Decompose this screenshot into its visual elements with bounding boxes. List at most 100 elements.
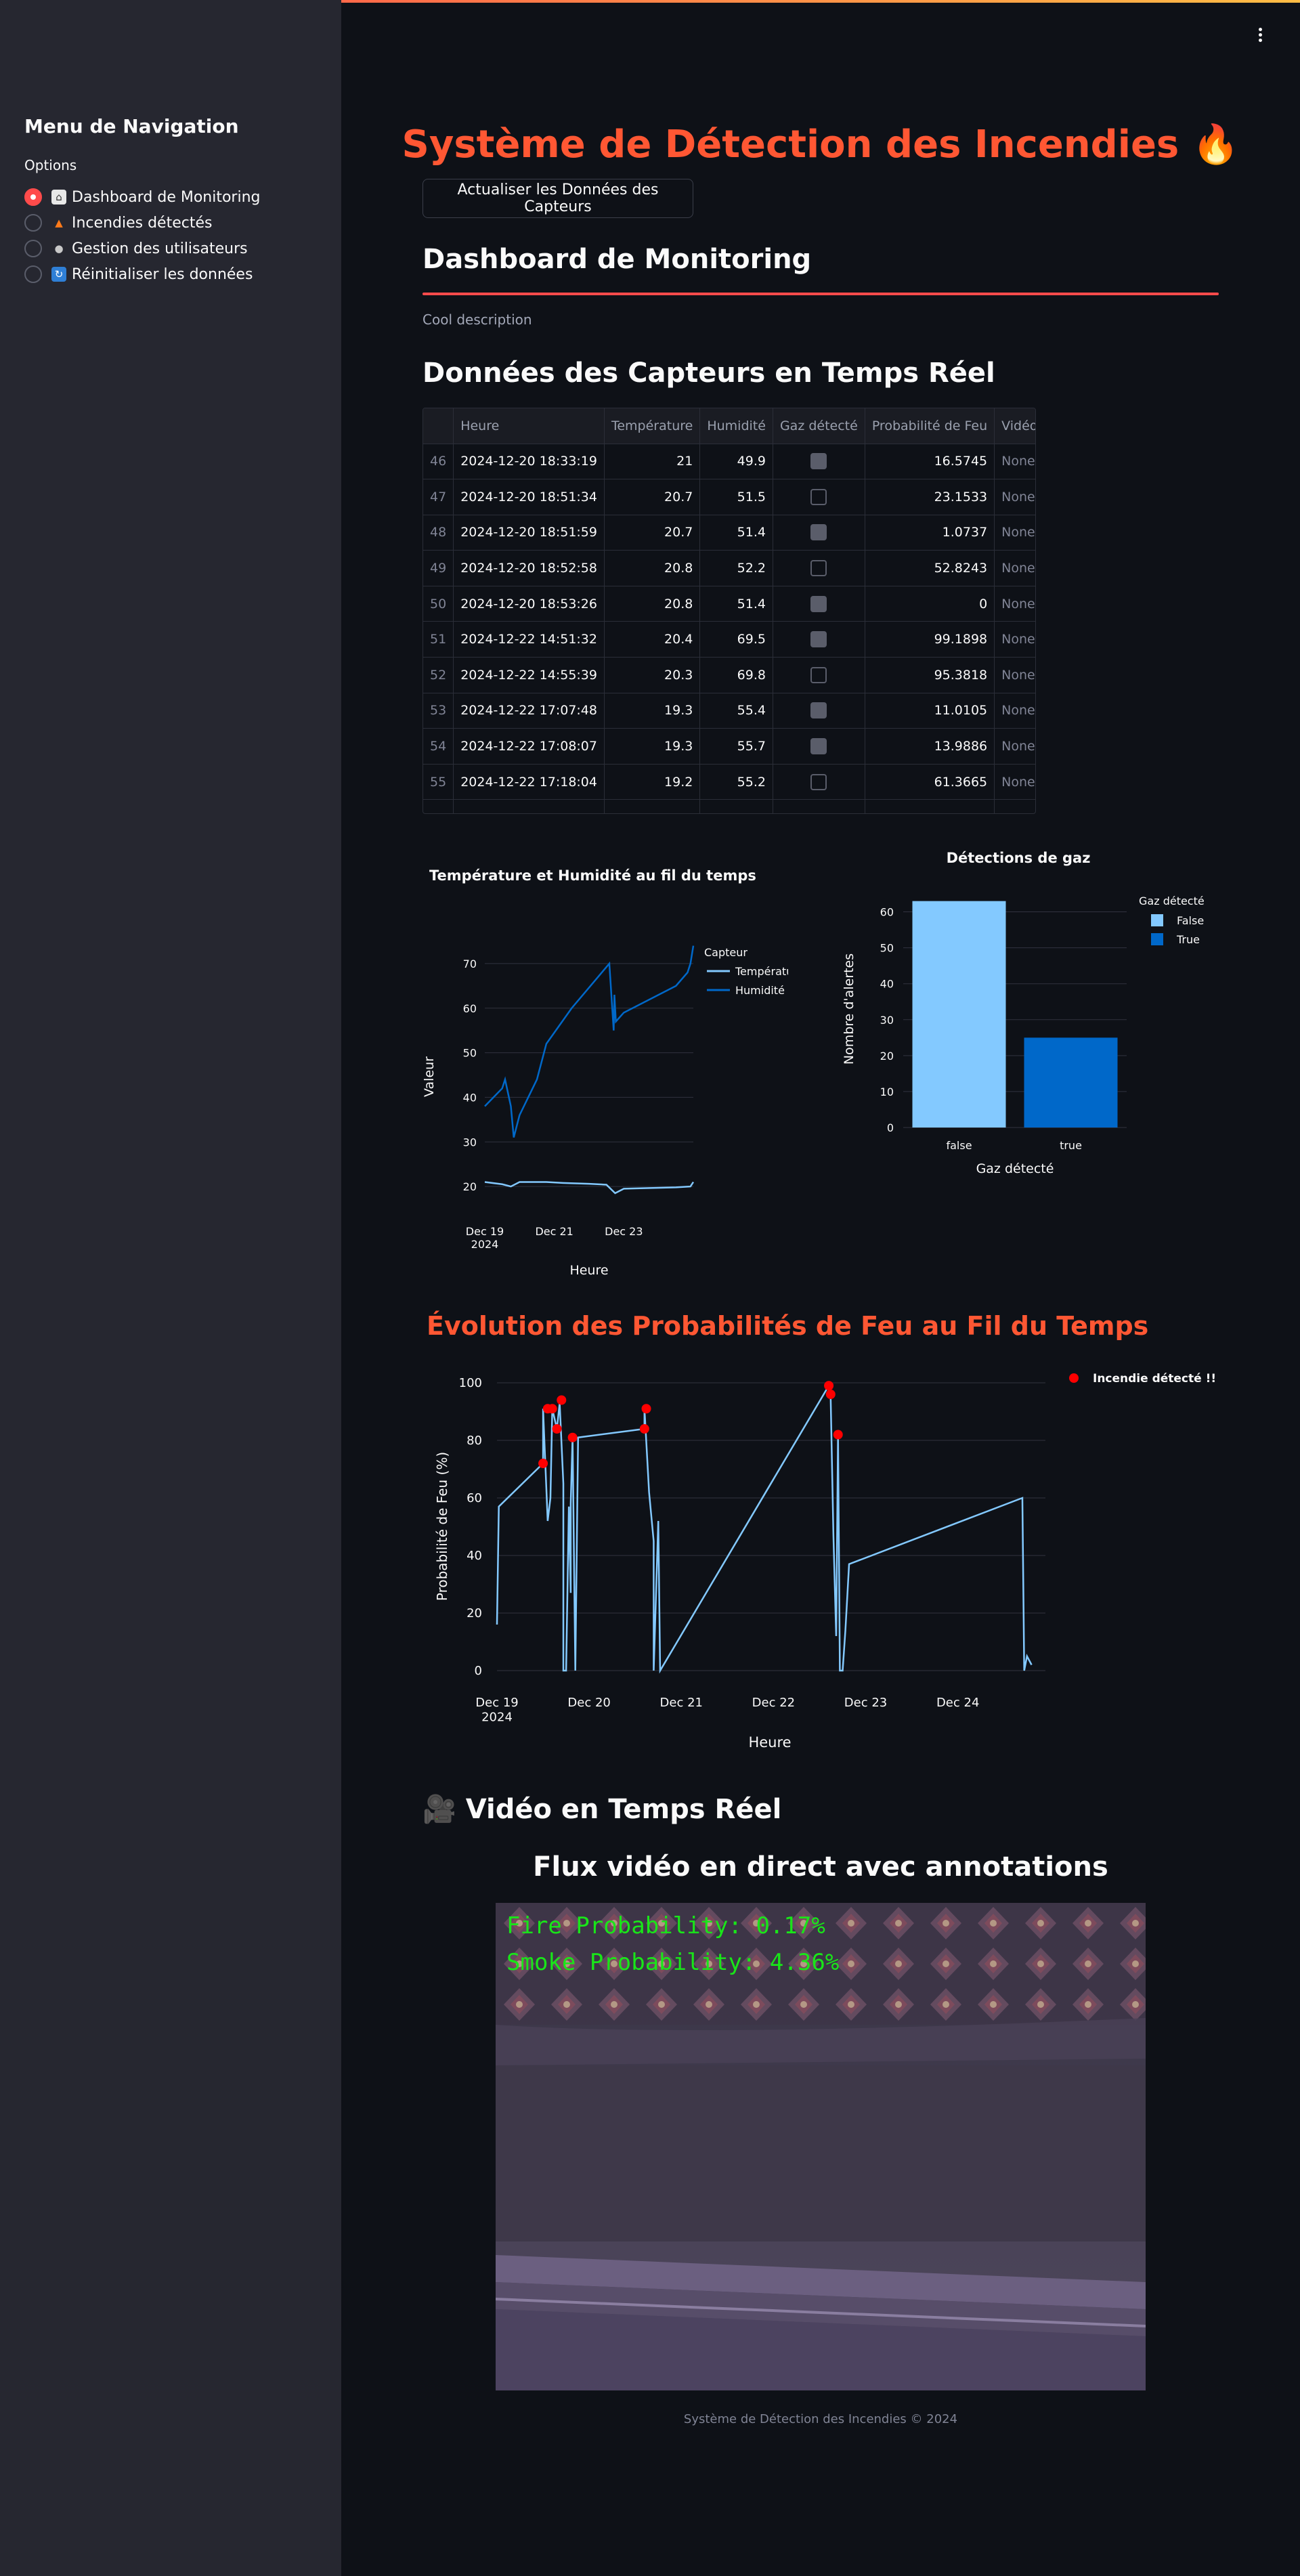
column-header[interactable]: Température [604, 408, 701, 444]
gas-checkbox-cell [773, 764, 865, 800]
checkbox-unchecked-icon [810, 560, 827, 577]
checkbox-unchecked-icon [810, 666, 827, 683]
x-tick-label: Dec 21 [535, 1225, 573, 1238]
page-title: Système de Détection des Incendies 🔥 [402, 123, 1240, 167]
fire-probability-overlay: Fire Probability: 0.17% [506, 1912, 825, 1939]
table-cell: 21 [604, 444, 701, 480]
x-tick-label: Dec 19 2024 [475, 1696, 518, 1725]
nav-item-incendies[interactable]: ▲ Incendies détectés [24, 210, 261, 236]
nav-item-label: Gestion des utilisateurs [72, 240, 248, 257]
table-cell: 2024-12-20 18:53:26 [453, 586, 605, 622]
fire-detected-marker [641, 1404, 651, 1414]
fire-icon: ▲ [55, 217, 63, 229]
table-row[interactable]: 55 2024-12-22 17:18:04 19.2 55.2 61.3665 None [423, 764, 1035, 800]
nav-item-dashboard[interactable]: ⌂ Dashboard de Monitoring [24, 184, 261, 210]
video-frame-image [496, 1903, 1146, 2390]
fire-probability-line [496, 1383, 1033, 1674]
y-tick-label: 40 [467, 1549, 482, 1563]
nav-item-label: Incendies détectés [72, 214, 213, 232]
y-tick-label: 50 [463, 1047, 477, 1060]
temp-humidity-chart[interactable]: Température et Humidité au fil du temps 2… [409, 853, 788, 1287]
table-cell: 23.1533 [865, 479, 995, 515]
gas-checkbox-cell [773, 657, 865, 693]
radio-unchecked[interactable] [24, 240, 42, 257]
checkbox-checked-icon [810, 702, 827, 719]
table-cell: 51.4 [699, 515, 773, 551]
radio-unchecked[interactable] [24, 214, 42, 232]
table-cell: None [994, 728, 1035, 765]
x-tick-label: false [946, 1139, 972, 1152]
y-tick-label: 100 [459, 1376, 482, 1390]
refresh-sensors-button[interactable]: Actualiser les Données des Capteurs [422, 179, 693, 218]
checkbox-checked-icon [810, 453, 827, 470]
table-cell: 2024-12-20 18:33:19 [453, 444, 605, 480]
gas-detection-chart[interactable]: Détections de gaz 0 10 20 30 40 50 60 false true G… [815, 840, 1262, 1192]
table-row[interactable]: 53 2024-12-22 17:07:48 19.3 55.4 11.0105 None [423, 693, 1035, 729]
y-tick-label: 20 [463, 1180, 477, 1193]
column-header[interactable]: Gaz détecté [773, 408, 865, 444]
table-cell: 69.8 [699, 657, 773, 693]
chart-title: Détections de gaz [947, 850, 1091, 866]
gas-checkbox-cell [773, 479, 865, 515]
table-row[interactable]: 48 2024-12-20 18:51:59 20.7 51.4 1.0737 None [423, 515, 1035, 551]
table-row[interactable]: 52 2024-12-22 14:55:39 20.3 69.8 95.3818 None [423, 657, 1035, 693]
column-header[interactable] [423, 408, 454, 444]
table-cell: 2024-12-20 18:52:58 [453, 550, 605, 586]
video-feed[interactable]: Fire Probability: 0.17% Smoke Probabilit… [496, 1903, 1146, 2390]
checkbox-checked-icon [810, 738, 827, 755]
table-cell: None [994, 621, 1035, 658]
navigation-radio-group: ⌂ Dashboard de Monitoring ▲ Incendies dé… [24, 184, 261, 287]
sensor-data-table[interactable]: Heure Température Humidité Gaz détecté P… [422, 408, 1036, 814]
x-tick-label: true [1060, 1139, 1082, 1152]
x-tick-label: Dec 20 [567, 1696, 610, 1710]
table-row[interactable]: 51 2024-12-22 14:51:32 20.4 69.5 99.1898 None [423, 621, 1035, 658]
table-cell: 47 [423, 479, 454, 515]
column-header[interactable]: Heure [453, 408, 605, 444]
table-cell: 55 [423, 764, 454, 800]
fire-detected-marker [825, 1390, 836, 1399]
bar-true [1024, 1037, 1118, 1128]
y-tick-label: 30 [880, 1014, 894, 1027]
table-row-partial [423, 799, 1035, 813]
legend-title: Capteur [704, 946, 748, 959]
smoke-probability-overlay: Smoke Probability: 4.36% [506, 1949, 840, 1976]
table-cell: 19.2 [604, 764, 701, 800]
table-cell: 52.2 [699, 550, 773, 586]
table-cell: 46 [423, 444, 454, 480]
nav-item-reinitialiser[interactable]: ↻ Réinitialiser les données [24, 261, 261, 287]
gas-checkbox-cell [773, 693, 865, 729]
checkbox-unchecked-icon [810, 773, 827, 790]
table-cell: 95.3818 [865, 657, 995, 693]
gas-checkbox-cell [773, 621, 865, 658]
table-cell: 48 [423, 515, 454, 551]
nav-item-utilisateurs[interactable]: ● Gestion des utilisateurs [24, 236, 261, 261]
fire-detected-marker [557, 1395, 567, 1405]
gas-checkbox-cell [773, 586, 865, 622]
y-tick-label: 20 [880, 1050, 894, 1062]
radio-unchecked[interactable] [24, 265, 42, 283]
checkbox-checked-icon [810, 631, 827, 648]
table-cell: None [994, 479, 1035, 515]
y-tick-label: 10 [880, 1086, 894, 1098]
table-cell: 2024-12-22 14:51:32 [453, 621, 605, 658]
table-row[interactable]: 50 2024-12-20 18:53:26 20.8 51.4 0 None [423, 586, 1035, 622]
table-row[interactable]: 54 2024-12-22 17:08:07 19.3 55.7 13.9886 None [423, 728, 1035, 765]
column-header[interactable]: Vidéo [994, 408, 1035, 444]
chart-title: Température et Humidité au fil du temps [429, 867, 756, 884]
table-cell: 52 [423, 657, 454, 693]
table-row[interactable]: 47 2024-12-20 18:51:34 20.7 51.5 23.1533 None [423, 479, 1035, 515]
table-row[interactable]: 46 2024-12-20 18:33:19 21 49.9 16.5745 None [423, 444, 1035, 480]
radio-checked[interactable] [24, 188, 42, 206]
column-header[interactable]: Probabilité de Feu [865, 408, 995, 444]
main-content: Système de Détection des Incendies 🔥 Act… [341, 0, 1300, 2576]
column-header[interactable]: Humidité [699, 408, 773, 444]
table-cell: 13.9886 [865, 728, 995, 765]
table-cell: 19.3 [604, 728, 701, 765]
fire-probability-chart[interactable]: 0 20 40 60 80 100 Dec 19 2024 Dec 20 Dec 21 Dec 22… [422, 1354, 1276, 1761]
table-cell: 2024-12-22 17:08:07 [453, 728, 605, 765]
table-cell: 50 [423, 586, 454, 622]
table-cell: 2024-12-20 18:51:34 [453, 479, 605, 515]
table-cell: 20.4 [604, 621, 701, 658]
table-row[interactable]: 49 2024-12-20 18:52:58 20.8 52.2 52.8243 None [423, 550, 1035, 586]
table-cell: None [994, 444, 1035, 480]
